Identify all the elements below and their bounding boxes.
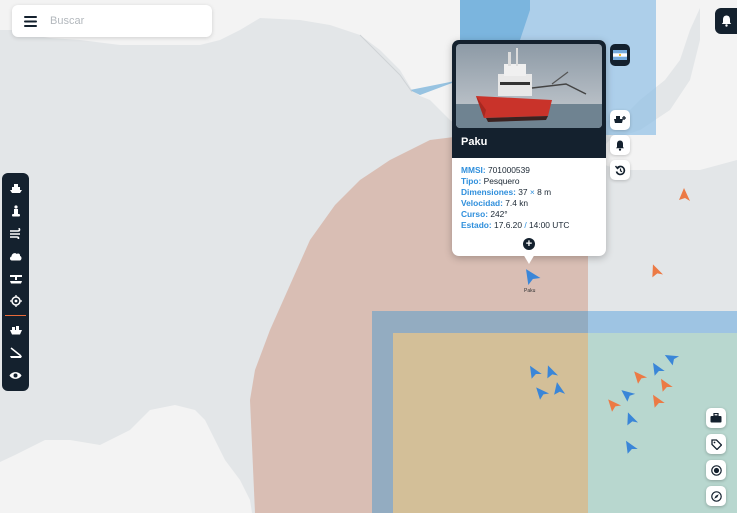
cloud-icon bbox=[9, 252, 22, 261]
portfolio-button[interactable] bbox=[706, 408, 726, 428]
dimensions-length: 37 bbox=[518, 186, 528, 197]
status-label: Estado: bbox=[461, 219, 492, 230]
fleet-add-button[interactable] bbox=[610, 110, 630, 130]
expand-details-button[interactable]: + bbox=[523, 238, 535, 250]
search-input[interactable] bbox=[48, 14, 202, 28]
port-icon bbox=[9, 274, 22, 284]
visibility-button[interactable] bbox=[2, 364, 29, 387]
hamburger-icon bbox=[23, 15, 37, 27]
bell-icon bbox=[721, 15, 731, 27]
vessel-alert-button[interactable] bbox=[610, 135, 630, 155]
history-icon bbox=[614, 165, 625, 175]
vessel-status-row: Estado: 17.6.20 / 14:00 UTC bbox=[461, 220, 597, 231]
tags-button[interactable] bbox=[706, 434, 726, 454]
zone-top-strip bbox=[588, 311, 737, 333]
toolbar-divider bbox=[5, 315, 26, 316]
vessel-details: MMSI: 701000539 Tipo: Pesquero Dimension… bbox=[452, 158, 606, 230]
target-layer-button[interactable] bbox=[2, 290, 29, 313]
menu-button[interactable] bbox=[12, 5, 48, 37]
type-label: Tipo: bbox=[461, 175, 482, 186]
ship-icon bbox=[9, 183, 22, 193]
status-separator: / bbox=[524, 219, 527, 230]
crosshair-icon bbox=[9, 294, 22, 307]
layers-toolbar bbox=[2, 173, 29, 391]
dimensions-label: Dimensiones: bbox=[461, 186, 516, 197]
compass-icon bbox=[710, 490, 722, 502]
map-canvas[interactable] bbox=[0, 0, 737, 513]
vessel-dimensions-row: Dimensiones: 37 × 8 m bbox=[461, 187, 597, 198]
vessel-mmsi-row: MMSI: 701000539 bbox=[461, 165, 597, 176]
fleet-layer-button[interactable] bbox=[2, 319, 29, 342]
vessel-popup-header: Paku bbox=[452, 40, 606, 158]
flag-badge bbox=[610, 44, 630, 66]
popup-pointer bbox=[523, 254, 535, 264]
course-label: Curso: bbox=[461, 208, 488, 219]
fleet-icon bbox=[9, 325, 22, 335]
eye-icon bbox=[9, 371, 22, 379]
fishing-layer-button[interactable] bbox=[2, 342, 29, 365]
vessel-map-label: Paku bbox=[524, 288, 536, 294]
buoys-layer-button[interactable] bbox=[2, 200, 29, 223]
wind-layer-button[interactable] bbox=[2, 222, 29, 245]
vessel-photo bbox=[456, 44, 602, 128]
vessel-history-button[interactable] bbox=[610, 160, 630, 180]
type-value: Pesquero bbox=[483, 175, 520, 186]
vessel-course-row: Curso: 242° bbox=[461, 209, 597, 220]
fishing-icon bbox=[9, 347, 22, 359]
weather-layer-button[interactable] bbox=[2, 245, 29, 268]
status-time: 14:00 UTC bbox=[528, 219, 570, 230]
bell-icon bbox=[616, 140, 624, 151]
mmsi-value: 701000539 bbox=[487, 165, 530, 175]
vessel-name: Paku bbox=[461, 136, 488, 148]
compass-button[interactable] bbox=[706, 486, 726, 506]
status-date: 17.6.20 bbox=[494, 219, 522, 230]
record-icon bbox=[710, 464, 722, 476]
wind-icon bbox=[9, 227, 20, 239]
dimensions-separator: × bbox=[529, 186, 535, 197]
vessel-type-row: Tipo: Pesquero bbox=[461, 176, 597, 187]
ship-plus-icon bbox=[614, 116, 626, 123]
tag-icon bbox=[710, 438, 722, 450]
course-value: 242° bbox=[490, 208, 508, 219]
notifications-button[interactable] bbox=[715, 8, 737, 34]
vessels-layer-button[interactable] bbox=[2, 177, 29, 200]
briefcase-icon bbox=[710, 413, 722, 423]
mmsi-label: MMSI: bbox=[461, 165, 486, 175]
speed-value: 7.4 kn bbox=[505, 197, 529, 208]
speed-label: Velocidad: bbox=[461, 197, 503, 208]
vessel-speed-row: Velocidad: 7.4 kn bbox=[461, 198, 597, 209]
ports-layer-button[interactable] bbox=[2, 267, 29, 290]
zone-tan bbox=[393, 333, 588, 513]
buoy-icon bbox=[11, 205, 20, 217]
search-bar bbox=[12, 5, 212, 37]
vessel-popup: Paku MMSI: 701000539 Tipo: Pesquero Dime… bbox=[452, 40, 606, 264]
dimensions-width: 8 m bbox=[537, 186, 552, 197]
record-button[interactable] bbox=[706, 460, 726, 480]
argentina-flag-icon bbox=[613, 50, 627, 60]
